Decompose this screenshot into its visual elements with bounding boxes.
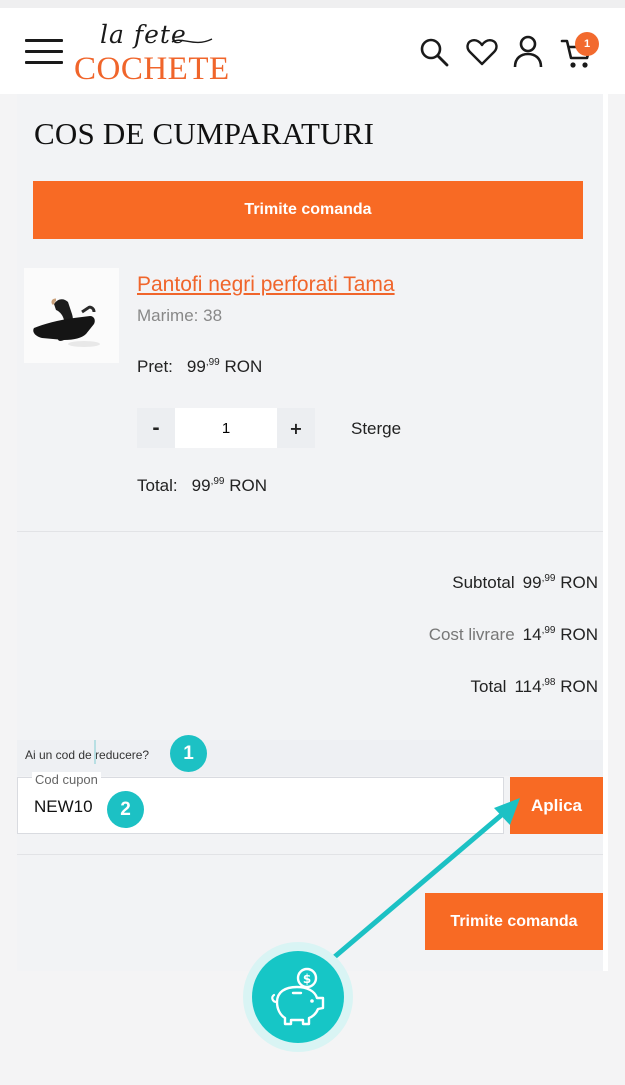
site-header: la fete COCHETE 1 (0, 8, 625, 94)
quantity-increase-button[interactable]: + (277, 408, 315, 448)
piggy-bank-badge: $ (243, 942, 353, 1052)
price-dec: ,99 (205, 357, 220, 368)
heart-icon[interactable] (466, 38, 498, 66)
text-cursor-marker (94, 740, 96, 764)
order-total-row: Total 114,98 RON (471, 677, 598, 697)
shipping-row: Cost livrare 14,99 RON (429, 625, 598, 645)
product-price: Pret: 99,99 RON (137, 357, 262, 377)
submit-order-button-top[interactable]: Trimite comanda (33, 181, 583, 239)
shipping-label: Cost livrare (428, 625, 515, 644)
product-total-dec: ,99 (210, 476, 225, 487)
price-currency: RON (224, 357, 263, 376)
cart-panel: COS DE CUMPARATURI Trimite comanda Panto… (17, 94, 608, 971)
logo-main: COCHETE (74, 51, 230, 87)
product-total-int: 99 (191, 476, 211, 495)
site-logo[interactable]: la fete COCHETE (72, 20, 242, 87)
subtotal-int: 99 (522, 573, 542, 592)
subtotal-label: Subtotal (452, 573, 515, 592)
order-total-label: Total (470, 677, 507, 696)
page-title: COS DE CUMPARATURI (34, 116, 375, 151)
menu-icon[interactable] (25, 35, 63, 67)
piggy-bank-inner: $ (252, 951, 344, 1043)
panel-edge (603, 94, 608, 971)
shipping-currency: RON (560, 625, 598, 644)
subtotal-row: Subtotal 99,99 RON (452, 573, 598, 593)
submit-order-button-bottom[interactable]: Trimite comanda (425, 893, 603, 950)
product-total-currency: RON (229, 476, 267, 495)
shipping-int: 14 (522, 625, 542, 644)
order-total-dec: ,98 (541, 677, 556, 688)
price-int: 99 (186, 357, 206, 376)
search-icon[interactable] (418, 36, 450, 68)
quantity-decrease-button[interactable]: - (137, 408, 175, 448)
order-total-int: 114 (514, 677, 542, 696)
page: la fete COCHETE 1 COS DE CUMPARATURI Tri… (0, 0, 625, 1085)
apply-coupon-button[interactable]: Aplica (510, 777, 603, 834)
top-strip (0, 0, 625, 8)
step-2-badge: 2 (107, 791, 144, 828)
subtotal-dec: ,99 (541, 573, 556, 584)
order-total-currency: RON (560, 677, 598, 696)
logo-swash (171, 38, 213, 44)
svg-text:$: $ (303, 972, 311, 986)
product-image[interactable] (24, 268, 119, 363)
step-1-badge: 1 (170, 735, 207, 772)
divider (17, 531, 603, 532)
subtotal-currency: RON (560, 573, 598, 592)
shoe-image (24, 268, 119, 363)
product-size: Marime: 38 (137, 306, 223, 325)
delete-item-button[interactable]: Sterge (351, 419, 401, 439)
price-label: Pret: (137, 357, 173, 376)
piggy-bank-icon: $ (271, 967, 325, 1026)
cart-count-badge: 1 (575, 32, 599, 56)
product-name-link[interactable]: Pantofi negri perforati Tama (137, 273, 395, 297)
product-total-label: Total: (137, 476, 178, 495)
quantity-input[interactable] (175, 408, 277, 448)
coupon-field-label: Cod cupon (32, 772, 101, 787)
product-total: Total: 99,99 RON (137, 476, 267, 496)
coupon-question: Ai un cod de reducere? (25, 748, 150, 762)
shipping-dec: ,99 (541, 625, 556, 636)
divider (17, 854, 603, 855)
user-icon[interactable] (512, 34, 544, 68)
